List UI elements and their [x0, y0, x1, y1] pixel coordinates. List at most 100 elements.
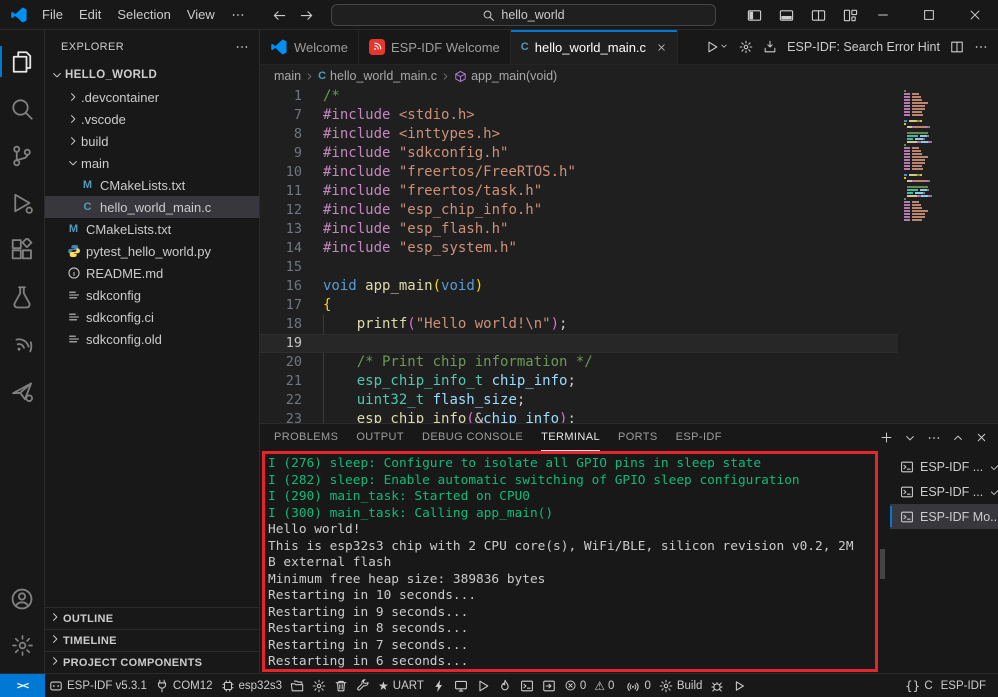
activity-manage[interactable]: [0, 622, 44, 669]
panel-tab-esp-idf[interactable]: ESP-IDF: [676, 424, 722, 451]
status-debug-task[interactable]: [706, 674, 728, 697]
breadcrumb-app-main-void-[interactable]: app_main(void): [454, 69, 557, 83]
close-panel-icon[interactable]: [975, 431, 988, 444]
status-espidf-extension[interactable]: ESP-IDF: [937, 674, 990, 697]
code-line-18[interactable]: 18 printf("Hello world!\n");: [260, 315, 898, 334]
tab-esp-idf-welcome[interactable]: ESP-IDF Welcome: [359, 30, 511, 64]
status-espidf-version[interactable]: ESP-IDF v5.3.1: [45, 674, 151, 697]
code-line-15[interactable]: 15: [260, 258, 898, 277]
activity-espressif[interactable]: [0, 320, 44, 367]
menu-more[interactable]: [223, 4, 253, 26]
command-center-search[interactable]: hello_world: [331, 4, 716, 26]
status-device-target[interactable]: esp32s3: [217, 674, 286, 697]
run-or-debug-button[interactable]: [705, 38, 729, 56]
status-build-task[interactable]: Build: [655, 674, 707, 697]
status-menuconfig[interactable]: [308, 674, 330, 697]
code-line-1[interactable]: 1/*: [260, 87, 898, 106]
code-line-14[interactable]: 14#include "esp_system.h": [260, 239, 898, 258]
panel-tab-ports[interactable]: PORTS: [618, 424, 658, 451]
panel-tab-problems[interactable]: PROBLEMS: [274, 424, 338, 451]
tree-item-sdkconfig-old[interactable]: sdkconfig.old: [45, 328, 259, 350]
breadcrumb-main[interactable]: main: [274, 69, 301, 83]
new-terminal-icon[interactable]: [880, 431, 893, 444]
code-line-19[interactable]: 19: [260, 334, 898, 353]
maximize-button[interactable]: [906, 0, 952, 30]
code-editor[interactable]: 1/*7#include <stdio.h>8#include <inttype…: [260, 87, 898, 423]
activity-accounts[interactable]: [0, 575, 44, 622]
terminal-list-item-3[interactable]: ESP-IDF Mo...: [890, 504, 998, 529]
code-line-11[interactable]: 11#include "freertos/task.h": [260, 182, 898, 201]
toggle-primary-sidebar-icon[interactable]: [747, 8, 762, 23]
tree-item-build[interactable]: build: [45, 130, 259, 152]
status-idf-terminal[interactable]: [516, 674, 538, 697]
code-line-21[interactable]: 21 esp_chip_info_t chip_info;: [260, 372, 898, 391]
panel-tab-debug-console[interactable]: DEBUG CONSOLE: [422, 424, 523, 451]
more-icon[interactable]: [927, 431, 941, 445]
breadcrumb-hello-world-main-c[interactable]: Chello_world_main.c: [318, 69, 437, 83]
terminal-scrollbar[interactable]: [880, 454, 885, 669]
terminal-output[interactable]: I (276) sleep: Configure to isolate all …: [268, 456, 874, 669]
menu-selection[interactable]: Selection: [109, 4, 178, 26]
tree-item-readme-md[interactable]: README.md: [45, 262, 259, 284]
install-extension-hint-button[interactable]: [763, 40, 777, 54]
tree-item-sdkconfig-ci[interactable]: sdkconfig.ci: [45, 306, 259, 328]
vscode-logo-icon[interactable]: [10, 6, 28, 24]
terminal-list-item-2[interactable]: ESP-IDF ...: [890, 479, 998, 504]
status-problems[interactable]: 0⚠0: [560, 674, 623, 697]
tree-item-main[interactable]: main: [45, 152, 259, 174]
close-button[interactable]: [952, 0, 998, 30]
history-back-icon[interactable]: [272, 8, 287, 23]
activity-explorer[interactable]: [0, 38, 44, 85]
tree-item--vscode[interactable]: .vscode: [45, 108, 259, 130]
code-line-23[interactable]: 23 esp_chip_info(&chip_info);: [260, 410, 898, 423]
code-line-12[interactable]: 12#include "esp_chip_info.h": [260, 201, 898, 220]
status-debug-device[interactable]: [472, 674, 494, 697]
search-error-hint-button[interactable]: ESP-IDF: Search Error Hint: [787, 40, 940, 54]
more-actions-button[interactable]: [974, 40, 988, 54]
panel-tab-terminal[interactable]: TERMINAL: [541, 424, 600, 451]
tree-item-hello-world-main-c[interactable]: Chello_world_main.c: [45, 196, 259, 218]
activity-source-control[interactable]: [0, 132, 44, 179]
close-tab-icon[interactable]: [656, 42, 667, 53]
status-monitor-device[interactable]: [450, 674, 472, 697]
tree-item-pytest-hello-world-py[interactable]: pytest_hello_world.py: [45, 240, 259, 262]
status-run-task[interactable]: [728, 674, 750, 697]
code-line-7[interactable]: 7#include <stdio.h>: [260, 106, 898, 125]
status-current-project[interactable]: [286, 674, 308, 697]
minimap[interactable]: [904, 90, 992, 230]
code-line-20[interactable]: 20 /* Print chip information */: [260, 353, 898, 372]
activity-search[interactable]: [0, 85, 44, 132]
panel-tab-output[interactable]: OUTPUT: [356, 424, 404, 451]
status-serial-port[interactable]: COM12: [151, 674, 217, 697]
code-line-16[interactable]: 16void app_main(void): [260, 277, 898, 296]
section-project-components[interactable]: PROJECT COMPONENTS: [45, 651, 259, 673]
status-flash-device[interactable]: [428, 674, 450, 697]
editor-settings-button[interactable]: [739, 40, 753, 54]
code-line-22[interactable]: 22 uint32_t flash_size;: [260, 391, 898, 410]
tree-item-cmakelists-txt[interactable]: MCMakeLists.txt: [45, 174, 259, 196]
explorer-more-actions-icon[interactable]: [235, 40, 249, 54]
status-forwarded-ports[interactable]: 0: [622, 674, 654, 697]
activity-run-and-debug[interactable]: [0, 179, 44, 226]
code-line-17[interactable]: 17{: [260, 296, 898, 315]
tab-hello-world-main-c[interactable]: Chello_world_main.c: [511, 30, 678, 64]
customize-layout-icon[interactable]: [843, 8, 858, 23]
status-full-clean[interactable]: [330, 674, 352, 697]
tree-item-cmakelists-txt[interactable]: MCMakeLists.txt: [45, 218, 259, 240]
toggle-secondary-sidebar-icon[interactable]: [811, 8, 826, 23]
maximize-panel-icon[interactable]: [952, 432, 964, 444]
terminal-list-item-1[interactable]: ESP-IDF ...: [890, 454, 998, 479]
launch-profile-icon[interactable]: [904, 432, 916, 444]
split-editor-button[interactable]: [950, 40, 964, 54]
activity-testing[interactable]: [0, 273, 44, 320]
section-outline[interactable]: OUTLINE: [45, 607, 259, 629]
status-execute-custom-task[interactable]: [538, 674, 560, 697]
toggle-panel-icon[interactable]: [779, 8, 794, 23]
activity-extensions[interactable]: [0, 226, 44, 273]
menu-view[interactable]: View: [179, 4, 223, 26]
tab-welcome[interactable]: Welcome: [260, 30, 359, 64]
tree-item-hello-world[interactable]: HELLO_WORLD: [45, 64, 259, 86]
tree-item--devcontainer[interactable]: .devcontainer: [45, 86, 259, 108]
code-line-10[interactable]: 10#include "freertos/FreeRTOS.h": [260, 163, 898, 182]
status-flash-method[interactable]: ★UART: [374, 674, 428, 697]
